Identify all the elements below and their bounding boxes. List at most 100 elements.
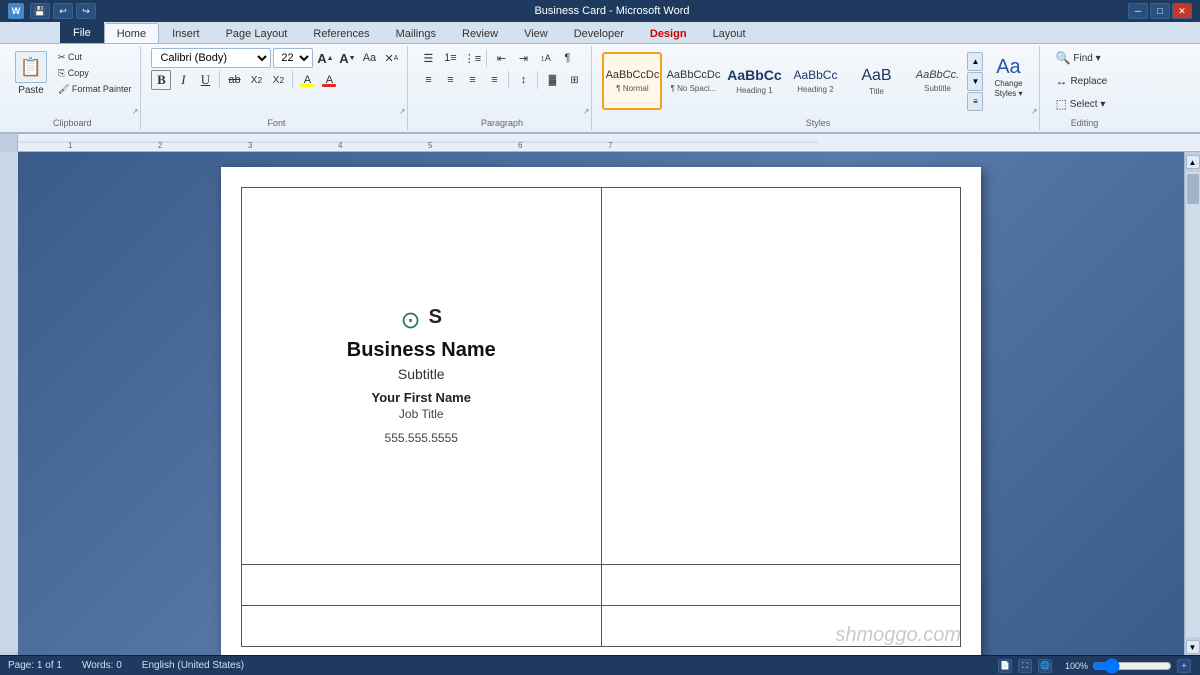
para-expand[interactable]: ↗ bbox=[583, 107, 590, 116]
select-button[interactable]: ⬚ Select ▾ bbox=[1050, 94, 1118, 114]
show-marks-btn[interactable]: ¶ bbox=[557, 48, 577, 68]
font-name-select[interactable]: Calibri (Body) bbox=[151, 48, 271, 68]
svg-text:2: 2 bbox=[158, 141, 163, 150]
tab-developer[interactable]: Developer bbox=[561, 23, 637, 43]
style-subtitle[interactable]: AaBbCc. Subtitle bbox=[907, 52, 967, 110]
strikethrough-btn[interactable]: ab bbox=[224, 70, 244, 90]
bold-btn[interactable]: B bbox=[151, 70, 171, 90]
align-left-btn[interactable]: ≡ bbox=[418, 70, 438, 90]
save-quick-btn[interactable]: 💾 bbox=[30, 3, 50, 19]
styles-scroll-up[interactable]: ▲ bbox=[967, 52, 983, 71]
minimize-btn[interactable]: ─ bbox=[1128, 3, 1148, 19]
replace-button[interactable]: ↔ Replace bbox=[1050, 71, 1118, 91]
grow-font-btn[interactable]: A▲ bbox=[315, 48, 335, 68]
cut-button[interactable]: ✂ Cut bbox=[55, 50, 134, 65]
tab-pagelayout[interactable]: Page Layout bbox=[213, 23, 301, 43]
styles-expand[interactable]: ↗ bbox=[1031, 107, 1038, 116]
align-right-btn[interactable]: ≡ bbox=[462, 70, 482, 90]
select-icon: ⬚ bbox=[1055, 97, 1066, 111]
scroll-up-btn[interactable]: ▲ bbox=[1186, 155, 1200, 169]
card-phone[interactable]: 555.555.5555 bbox=[250, 431, 593, 445]
font-label: Font bbox=[145, 118, 407, 128]
zoom-slider[interactable] bbox=[1092, 661, 1172, 671]
style-normal[interactable]: AaBbCcDc ¶ Normal bbox=[602, 52, 662, 110]
shading-btn[interactable]: ▓ bbox=[542, 70, 562, 90]
app-icon: W bbox=[8, 3, 24, 19]
shrink-font-btn[interactable]: A▼ bbox=[337, 48, 357, 68]
tab-mailings[interactable]: Mailings bbox=[383, 23, 449, 43]
card-cell-main[interactable]: ⊙ S Business Name Subtitle Your First Na… bbox=[242, 188, 602, 565]
style-heading1-label: Heading 1 bbox=[736, 86, 772, 95]
card-cell-top-right[interactable] bbox=[601, 188, 961, 565]
decrease-indent-btn[interactable]: ⇤ bbox=[491, 48, 511, 68]
change-styles-icon: Aa bbox=[996, 56, 1020, 79]
web-layout-btn[interactable]: 🌐 bbox=[1038, 659, 1052, 673]
card-job-title[interactable]: Job Title bbox=[250, 407, 593, 421]
find-icon: 🔍 bbox=[1055, 51, 1070, 65]
redo-quick-btn[interactable]: ↪ bbox=[76, 3, 96, 19]
card-cell-bot-right[interactable] bbox=[601, 605, 961, 646]
font-color-btn[interactable]: A bbox=[319, 70, 339, 90]
paste-button[interactable]: 📋 Paste bbox=[10, 48, 52, 99]
tab-references[interactable]: References bbox=[300, 23, 382, 43]
style-title[interactable]: AaB Title bbox=[846, 52, 906, 110]
clipboard-expand[interactable]: ↗ bbox=[132, 107, 139, 116]
underline-btn[interactable]: U bbox=[195, 70, 215, 90]
italic-btn[interactable]: I bbox=[173, 70, 193, 90]
change-case-btn[interactable]: Aa bbox=[359, 48, 379, 68]
styles-scroll-more[interactable]: ≡ bbox=[967, 92, 983, 111]
change-styles-button[interactable]: Aa ChangeStyles ▾ bbox=[983, 48, 1033, 106]
tab-review[interactable]: Review bbox=[449, 23, 511, 43]
document-page: ⊙ S Business Name Subtitle Your First Na… bbox=[221, 167, 981, 655]
text-highlight-btn[interactable]: A bbox=[297, 70, 317, 90]
scroll-track[interactable] bbox=[1186, 172, 1200, 637]
sort-btn[interactable]: ↕A bbox=[535, 48, 555, 68]
card-subtitle[interactable]: Subtitle bbox=[250, 366, 593, 382]
superscript-btn[interactable]: X2 bbox=[268, 70, 288, 90]
card-cell-mid-right[interactable] bbox=[601, 564, 961, 605]
tab-insert[interactable]: Insert bbox=[159, 23, 213, 43]
maximize-btn[interactable]: □ bbox=[1150, 3, 1170, 19]
style-nospacing-label: ¶ No Spaci... bbox=[671, 84, 717, 93]
scroll-down-btn[interactable]: ▼ bbox=[1186, 640, 1200, 654]
tab-file[interactable]: File bbox=[60, 21, 104, 43]
close-btn[interactable]: ✕ bbox=[1172, 3, 1192, 19]
numbering-btn[interactable]: 1≡ bbox=[440, 48, 460, 68]
tab-design[interactable]: Design bbox=[637, 23, 700, 43]
paste-icon: 📋 bbox=[15, 51, 47, 83]
style-nospacing[interactable]: AaBbCcDc ¶ No Spaci... bbox=[663, 52, 723, 110]
copy-button[interactable]: ⎘ Copy bbox=[55, 66, 134, 81]
document-scroll-area[interactable]: ⊙ S Business Name Subtitle Your First Na… bbox=[18, 152, 1184, 655]
font-size-select[interactable]: 22 89101112 14161820 2428364872 bbox=[273, 48, 313, 68]
borders-btn[interactable]: ⊞ bbox=[564, 70, 584, 90]
svg-text:4: 4 bbox=[338, 141, 343, 150]
multilevel-btn[interactable]: ⋮≡ bbox=[462, 48, 482, 68]
increase-indent-btn[interactable]: ⇥ bbox=[513, 48, 533, 68]
format-painter-button[interactable]: 🖌 Format Painter bbox=[55, 82, 134, 97]
scroll-thumb[interactable] bbox=[1187, 174, 1199, 204]
tab-layout[interactable]: Layout bbox=[700, 23, 759, 43]
card-cell-mid-left[interactable] bbox=[242, 564, 602, 605]
line-spacing-btn[interactable]: ↕ bbox=[513, 70, 533, 90]
font-expand[interactable]: ↗ bbox=[399, 107, 406, 116]
styles-scroll-down[interactable]: ▼ bbox=[967, 72, 983, 91]
bullets-btn[interactable]: ☰ bbox=[418, 48, 438, 68]
align-center-btn[interactable]: ≡ bbox=[440, 70, 460, 90]
card-your-name[interactable]: Your First Name bbox=[250, 390, 593, 405]
subscript-btn[interactable]: X2 bbox=[246, 70, 266, 90]
style-normal-label: ¶ Normal bbox=[616, 84, 648, 93]
full-screen-btn[interactable]: ⛶ bbox=[1018, 659, 1032, 673]
find-button[interactable]: 🔍 Find ▾ bbox=[1050, 48, 1118, 68]
tab-home[interactable]: Home bbox=[104, 23, 159, 43]
tab-view[interactable]: View bbox=[511, 23, 561, 43]
card-business-name[interactable]: Business Name bbox=[250, 339, 593, 362]
zoom-in-btn[interactable]: + bbox=[1177, 659, 1191, 673]
clear-formatting-btn[interactable]: ✕A bbox=[381, 48, 401, 68]
style-heading1[interactable]: AaBbCc Heading 1 bbox=[724, 52, 784, 110]
style-heading2[interactable]: AaBbCc Heading 2 bbox=[785, 52, 845, 110]
undo-quick-btn[interactable]: ↩ bbox=[53, 3, 73, 19]
card-cell-bot-left[interactable] bbox=[242, 605, 602, 646]
card-logo-icon: ⊙ bbox=[401, 306, 421, 335]
justify-btn[interactable]: ≡ bbox=[484, 70, 504, 90]
print-layout-btn[interactable]: 📄 bbox=[998, 659, 1012, 673]
